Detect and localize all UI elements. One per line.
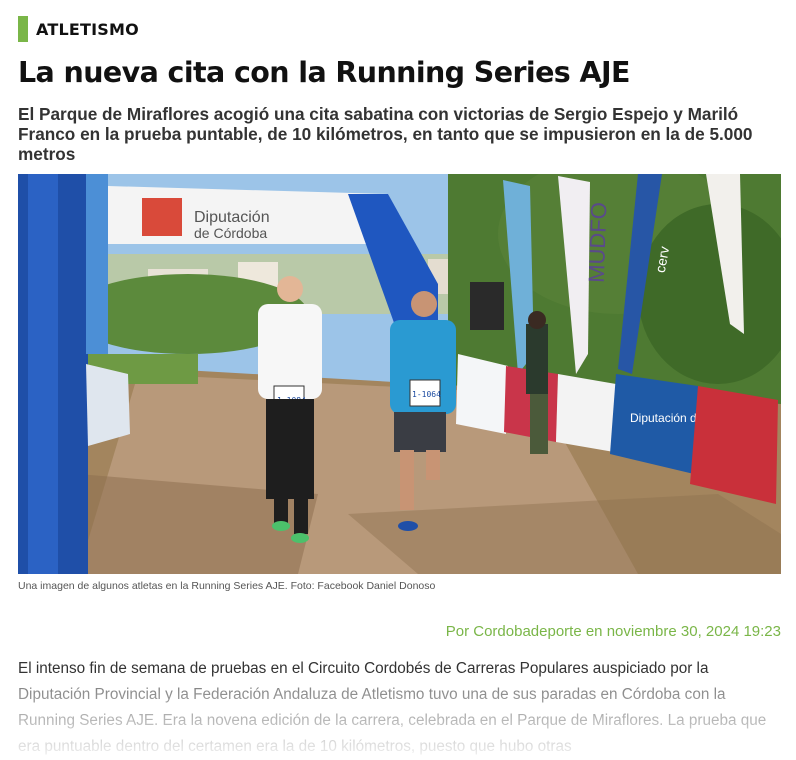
race-scene-illustration: Diputación de Córdoba MUDFO cerv Diputac… <box>18 174 781 574</box>
bib-right: 1-1064 <box>412 390 441 399</box>
article-headline: La nueva cita con la Running Series AJE <box>18 56 630 89</box>
photo-caption: Una imagen de algunos atletas en la Runn… <box>18 580 436 592</box>
category-accent-bar <box>18 16 28 42</box>
article-photo[interactable]: Diputación de Córdoba MUDFO cerv Diputac… <box>18 174 781 574</box>
category-tag[interactable]: ATLETISMO <box>18 16 139 42</box>
arch-text-2: de Córdoba <box>194 225 267 241</box>
article-body: El intenso fin de semana de pruebas en e… <box>18 660 767 755</box>
article-subheadline: El Parque de Miraflores acogió una cita … <box>18 104 753 164</box>
article-byline[interactable]: Por Cordobadeporte en noviembre 30, 2024… <box>446 623 781 640</box>
category-label[interactable]: ATLETISMO <box>36 20 139 39</box>
arch-text-1: Diputación <box>194 209 270 226</box>
article: ATLETISMO La nueva cita con la Running S… <box>0 0 796 760</box>
flag-text-1: MUDFO <box>584 202 612 283</box>
